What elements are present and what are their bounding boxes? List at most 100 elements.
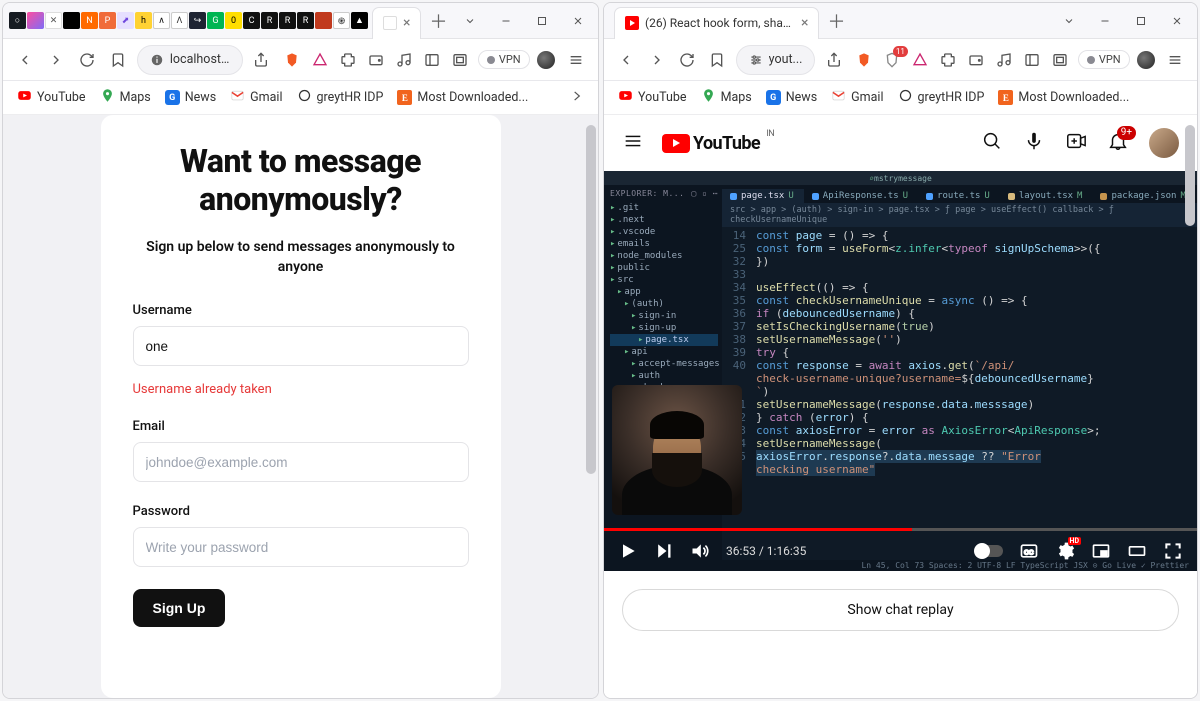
- tune-icon[interactable]: [749, 53, 763, 67]
- user-avatar[interactable]: [1149, 128, 1179, 158]
- theater-button[interactable]: [1127, 541, 1147, 561]
- wallet-icon[interactable]: [364, 48, 388, 72]
- back-button[interactable]: [13, 46, 38, 74]
- username-input[interactable]: [133, 326, 469, 366]
- close-tab-icon[interactable]: ×: [801, 15, 808, 31]
- bookmark-item[interactable]: YouTube: [618, 88, 687, 107]
- profile-icon[interactable]: [536, 48, 557, 72]
- brave-shields-icon[interactable]: [280, 48, 304, 72]
- new-tab-button[interactable]: ＋: [425, 8, 451, 34]
- new-tab-button[interactable]: ＋: [823, 8, 849, 34]
- bookmark-item[interactable]: greytHR IDP: [297, 88, 384, 107]
- youtube-logo[interactable]: YouTube IN: [662, 133, 760, 154]
- password-input[interactable]: [133, 527, 469, 567]
- maximize-icon[interactable]: [1127, 7, 1155, 35]
- music-icon[interactable]: [992, 48, 1016, 72]
- bookmark-item[interactable]: Maps: [100, 88, 151, 107]
- minimize-icon[interactable]: [492, 7, 520, 35]
- site-info-icon[interactable]: [150, 53, 164, 67]
- scrollbar-left[interactable]: [586, 125, 596, 688]
- close-window-icon[interactable]: [564, 7, 592, 35]
- sidebar-icon[interactable]: [420, 48, 444, 72]
- share-button[interactable]: [249, 46, 274, 74]
- tab-icon[interactable]: G: [207, 12, 224, 29]
- video-player[interactable]: ⌕ mstrymessage EXPLORER: M...▢ ▫ ⋯ ▸.git…: [604, 171, 1197, 571]
- bookmark-item[interactable]: Gmail: [230, 88, 282, 107]
- reload-button[interactable]: [675, 46, 699, 74]
- create-icon[interactable]: [1065, 130, 1087, 156]
- brave-shields-icon[interactable]: 11: [880, 48, 904, 72]
- tab-icon[interactable]: P: [99, 12, 116, 29]
- bookmark-item[interactable]: Maps: [701, 88, 752, 107]
- brave-rewards-icon[interactable]: [908, 48, 932, 72]
- tab-icon[interactable]: ↪: [189, 12, 206, 29]
- tab-icon[interactable]: C: [243, 12, 260, 29]
- tab-active[interactable]: ×: [372, 7, 421, 39]
- tab-icon[interactable]: ✕: [45, 12, 62, 29]
- scrollbar-right[interactable]: [1185, 125, 1195, 688]
- forward-button[interactable]: [44, 46, 69, 74]
- tab-icon[interactable]: R: [297, 12, 314, 29]
- vpn-button[interactable]: VPN: [478, 50, 530, 69]
- play-button[interactable]: [618, 541, 638, 561]
- vpn-button[interactable]: VPN: [1078, 50, 1130, 69]
- bookmark-item[interactable]: GNews: [165, 90, 216, 105]
- brave-shields-icon[interactable]: [852, 48, 876, 72]
- tab-icon[interactable]: ▲: [351, 12, 368, 29]
- sidebar-icon[interactable]: [1020, 48, 1044, 72]
- reload-button[interactable]: [75, 46, 100, 74]
- miniplayer-button[interactable]: [1091, 541, 1111, 561]
- bookmark-button[interactable]: [106, 46, 131, 74]
- hamburger-icon[interactable]: [622, 130, 644, 156]
- tab-icon[interactable]: ⬈: [117, 12, 134, 29]
- settings-button[interactable]: HD: [1055, 541, 1075, 561]
- extension-icon[interactable]: [336, 48, 360, 72]
- inactive-tabs[interactable]: ○ ✕ N P ⬈ h ∧ Λ ↪ G 0 C R R R ֎ ▲: [9, 12, 368, 29]
- menu-button[interactable]: [563, 46, 588, 74]
- profile-icon[interactable]: [1136, 48, 1157, 72]
- dropdown-icon[interactable]: [1055, 7, 1083, 35]
- signup-button[interactable]: Sign Up: [133, 589, 226, 627]
- reader-icon[interactable]: [1048, 48, 1072, 72]
- tab-icon[interactable]: [27, 12, 44, 29]
- tab-icon[interactable]: Λ: [171, 12, 188, 29]
- volume-button[interactable]: [690, 541, 710, 561]
- share-button[interactable]: [821, 46, 845, 74]
- close-tab-icon[interactable]: ×: [403, 15, 410, 31]
- tab-icon[interactable]: N: [81, 12, 98, 29]
- tab-icon[interactable]: ֎: [333, 12, 350, 29]
- minimize-icon[interactable]: [1091, 7, 1119, 35]
- tab-icon[interactable]: R: [279, 12, 296, 29]
- tab-icon[interactable]: 0: [225, 12, 242, 29]
- search-icon[interactable]: [981, 130, 1003, 156]
- brave-rewards-icon[interactable]: [308, 48, 332, 72]
- music-icon[interactable]: [392, 48, 416, 72]
- tab-icon[interactable]: ○: [9, 12, 26, 29]
- tab-active[interactable]: (26) React hook form, shadcn an ×: [614, 7, 819, 39]
- show-chat-replay-button[interactable]: Show chat replay: [622, 589, 1179, 631]
- extension-icon[interactable]: [936, 48, 960, 72]
- wallet-icon[interactable]: [964, 48, 988, 72]
- bookmark-item[interactable]: YouTube: [17, 88, 86, 107]
- autoplay-toggle[interactable]: [975, 545, 1003, 557]
- bookmark-item[interactable]: GNews: [766, 90, 817, 105]
- voice-search-icon[interactable]: [1023, 130, 1045, 156]
- address-bar[interactable]: yout...: [736, 45, 816, 75]
- fullscreen-button[interactable]: [1163, 541, 1183, 561]
- captions-button[interactable]: CC: [1019, 541, 1039, 561]
- reader-icon[interactable]: [448, 48, 472, 72]
- close-window-icon[interactable]: [1163, 7, 1191, 35]
- bookmark-item[interactable]: greytHR IDP: [898, 88, 985, 107]
- next-button[interactable]: [654, 541, 674, 561]
- notifications-icon[interactable]: 9+: [1107, 130, 1129, 156]
- bookmark-item[interactable]: EMost Downloaded...: [998, 90, 1129, 105]
- bookmark-item[interactable]: EMost Downloaded...: [397, 90, 528, 105]
- maximize-icon[interactable]: [528, 7, 556, 35]
- tab-icon[interactable]: [63, 12, 80, 29]
- tab-icon[interactable]: R: [261, 12, 278, 29]
- tab-icon[interactable]: h: [135, 12, 152, 29]
- bookmarks-overflow-icon[interactable]: [570, 89, 584, 107]
- bookmark-item[interactable]: Gmail: [831, 88, 883, 107]
- dropdown-icon[interactable]: [456, 7, 484, 35]
- address-bar[interactable]: localhost:....: [137, 45, 243, 75]
